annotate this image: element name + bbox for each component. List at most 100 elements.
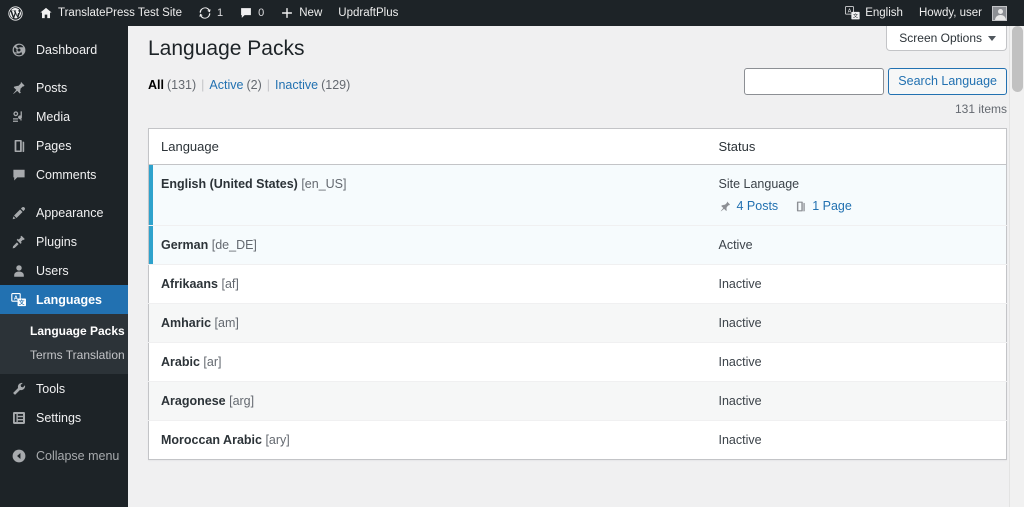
- sidebar-item-users[interactable]: Users: [0, 256, 128, 285]
- column-header-language[interactable]: Language: [148, 128, 707, 165]
- filter-inactive-link[interactable]: Inactive: [275, 75, 318, 95]
- collapse-arrow-icon: [10, 447, 28, 465]
- cell-language: English (United States) [en_US]: [148, 164, 707, 226]
- table-body: English (United States) [en_US] Site Lan…: [148, 164, 1007, 460]
- settings-icon: [10, 409, 28, 427]
- pin-icon: [719, 200, 732, 213]
- admin-sidebar-menu: Dashboard Posts Media Pages Comments App…: [0, 26, 136, 507]
- collapse-menu-label: Collapse menu: [36, 448, 120, 463]
- cell-language: Amharic [am]: [148, 303, 707, 343]
- language-name: Moroccan Arabic: [161, 433, 262, 447]
- table-head: Language Status: [148, 128, 1007, 165]
- language-code: [en_US]: [301, 177, 347, 191]
- table-row[interactable]: Amharic [am] Inactive: [148, 303, 1007, 343]
- language-code: [af]: [221, 277, 239, 291]
- sidebar-item-label: Comments: [36, 167, 97, 182]
- table-row[interactable]: English (United States) [en_US] Site Lan…: [148, 164, 1007, 226]
- wp-logo-menu[interactable]: [0, 0, 31, 26]
- filter-inactive[interactable]: Inactive (129): [275, 75, 350, 95]
- dashboard-icon: [10, 41, 28, 59]
- language-name: Afrikaans: [161, 277, 218, 291]
- sidebar-item-label: Dashboard: [36, 42, 98, 57]
- howdy-label: Howdy, user: [918, 7, 982, 19]
- home-icon: [39, 6, 53, 20]
- posts-count-label: 4 Posts: [736, 199, 779, 213]
- table-row[interactable]: German [de_DE] Active: [148, 225, 1007, 265]
- column-header-status[interactable]: Status: [706, 128, 1007, 165]
- scrollbar-thumb[interactable]: [1012, 26, 1023, 92]
- sidebar-item-settings[interactable]: Settings: [0, 403, 128, 432]
- sidebar-item-media[interactable]: Media: [0, 102, 128, 131]
- menu-top-spacer: [0, 26, 128, 35]
- search-box: Search Language: [744, 68, 1007, 95]
- status-label: Inactive: [718, 355, 762, 369]
- cell-status: Inactive: [706, 303, 1007, 343]
- sidebar-item-languages[interactable]: A 文 Languages: [0, 285, 136, 314]
- cell-status: Inactive: [706, 264, 1007, 304]
- sidebar-item-dashboard[interactable]: Dashboard: [0, 35, 128, 64]
- comments-menu[interactable]: 0: [231, 0, 272, 26]
- filter-all-link[interactable]: All: [148, 75, 164, 95]
- new-content-menu[interactable]: New: [272, 0, 330, 26]
- search-language-button[interactable]: Search Language: [888, 68, 1007, 95]
- search-input[interactable]: [744, 68, 885, 95]
- posts-count-link[interactable]: 4 Posts: [719, 199, 779, 213]
- sidebar-item-posts[interactable]: Posts: [0, 73, 128, 102]
- sidebar-item-label: Users: [36, 263, 69, 278]
- sidebar-item-terms-translation[interactable]: Terms Translation: [0, 343, 128, 367]
- sidebar-item-language-packs[interactable]: Language Packs: [0, 319, 128, 343]
- sidebar-item-appearance[interactable]: Appearance: [0, 198, 128, 227]
- updraftplus-menu[interactable]: UpdraftPlus: [330, 0, 406, 26]
- screen-options-toggle[interactable]: Screen Options: [886, 26, 1007, 51]
- cell-language: Arabic [ar]: [148, 342, 707, 382]
- page-scrollbar[interactable]: [1009, 26, 1024, 507]
- menu-separator-1: [0, 64, 128, 73]
- collapse-menu-button[interactable]: Collapse menu: [0, 441, 128, 470]
- table-row[interactable]: Moroccan Arabic [ary] Inactive: [148, 420, 1007, 460]
- table-row[interactable]: Afrikaans [af] Inactive: [148, 264, 1007, 304]
- table-row[interactable]: Aragonese [arg] Inactive: [148, 381, 1007, 421]
- language-switcher-menu[interactable]: A 文 English: [837, 0, 911, 26]
- filter-active[interactable]: Active (2): [209, 75, 261, 95]
- status-label: Inactive: [718, 394, 762, 408]
- sidebar-item-tools[interactable]: Tools: [0, 374, 128, 403]
- sidebar-item-pages[interactable]: Pages: [0, 131, 128, 160]
- filter-active-count: (2): [246, 78, 262, 93]
- sidebar-item-label: Pages: [36, 138, 72, 153]
- sidebar-item-label: Tools: [36, 381, 66, 396]
- updates-menu[interactable]: 1: [190, 0, 231, 26]
- filter-active-link[interactable]: Active: [209, 75, 243, 95]
- site-name-menu[interactable]: TranslatePress Test Site: [31, 0, 190, 26]
- submenu-item-label: Terms Translation: [30, 348, 125, 362]
- brush-icon: [10, 204, 28, 222]
- sidebar-item-plugins[interactable]: Plugins: [0, 227, 128, 256]
- table-header-row: Language Status: [148, 128, 1007, 165]
- updraftplus-label: UpdraftPlus: [338, 7, 399, 19]
- items-count: 131 items: [954, 102, 1007, 116]
- cell-language: Aragonese [arg]: [148, 381, 707, 421]
- filter-all[interactable]: All (131): [148, 75, 196, 95]
- pages-icon: [794, 200, 807, 213]
- language-code: [am]: [214, 316, 239, 330]
- filter-inactive-count: (129): [321, 78, 351, 93]
- status-label: Inactive: [718, 277, 762, 291]
- language-code: [de_DE]: [211, 238, 257, 252]
- svg-text:A: A: [848, 8, 852, 14]
- language-code: [arg]: [229, 394, 255, 408]
- filter-all-count: (131): [166, 78, 197, 93]
- page-title: Language Packs: [148, 37, 305, 60]
- sidebar-item-label: Plugins: [36, 234, 77, 249]
- cell-language: Moroccan Arabic [ary]: [148, 420, 707, 460]
- status-label: Site Language: [718, 177, 800, 191]
- table-row[interactable]: Arabic [ar] Inactive: [148, 342, 1007, 382]
- my-account-menu[interactable]: Howdy, user: [911, 0, 1024, 26]
- pages-count-link[interactable]: 1 Page: [794, 199, 852, 213]
- updates-count: 1: [217, 7, 224, 19]
- cell-language: German [de_DE]: [148, 225, 707, 265]
- sidebar-item-comments[interactable]: Comments: [0, 160, 128, 189]
- translate-icon: A 文: [10, 291, 28, 309]
- submenu-item-label: Language Packs: [30, 324, 125, 338]
- comments-count: 0: [258, 7, 265, 19]
- page-wrap: Screen Options Language Packs All (131) …: [128, 26, 1024, 460]
- cell-status: Inactive: [706, 420, 1007, 460]
